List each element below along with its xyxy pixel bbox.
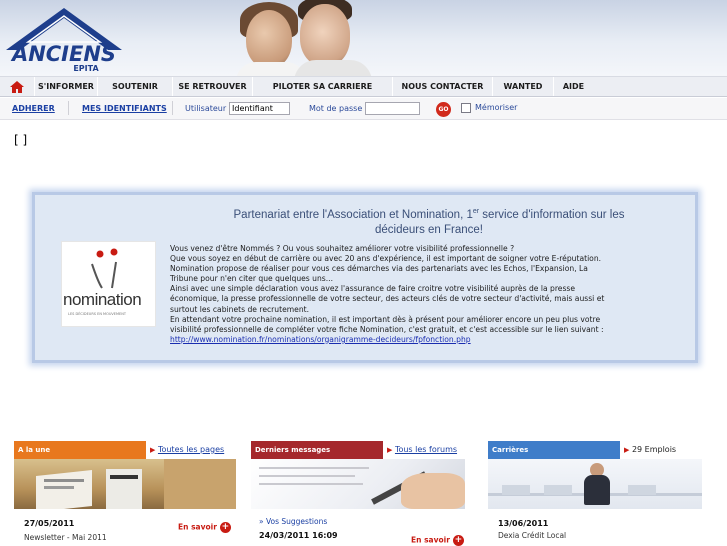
empty-placeholder: [ ]	[14, 133, 28, 147]
nomination-link[interactable]: http://www.nomination.fr/nominations/org…	[170, 335, 471, 344]
partner-paragraph: Que vous soyez en début de carrière ou a…	[170, 254, 602, 264]
messages-date: 24/03/2011 16:09	[259, 531, 338, 540]
partner-paragraph: économique, la presse professionnelle de…	[170, 294, 605, 304]
toutes-les-pages-link[interactable]: ▶ Toutes les pages	[148, 441, 236, 459]
waiting-room-image	[488, 459, 702, 509]
carrieres-date: 13/06/2011	[498, 519, 549, 528]
adherer-link[interactable]: ADHERER	[12, 104, 55, 113]
partner-body: Vous venez d'être Nommés ? Ou vous souha…	[170, 244, 700, 345]
partner-paragraph: Vous venez d'être Nommés ? Ou vous souha…	[170, 244, 515, 253]
anciens-epita-logo[interactable]: ANCIENS EPITA	[2, 6, 126, 73]
nomination-logo-word: nomination	[63, 290, 142, 309]
partner-paragraph: Nomination propose de réaliser pour vous…	[170, 264, 588, 274]
nomination-logo[interactable]: nomination LES DÉCIDEURS EN MOUVEMENT	[61, 241, 156, 327]
nav-item-sinformer[interactable]: S'INFORMER	[34, 77, 97, 96]
header-photo	[236, 0, 376, 76]
nav-item-nous-contacter[interactable]: NOUS CONTACTER	[392, 77, 492, 96]
site-header: ANCIENS EPITA	[0, 0, 727, 76]
logo-subtext: EPITA	[73, 64, 99, 72]
password-input[interactable]	[365, 102, 420, 115]
nav-item-aide[interactable]: AIDE	[553, 77, 593, 96]
partner-paragraph: visibilité professionnelle de compléter …	[170, 324, 604, 334]
go-button[interactable]: GO	[436, 102, 451, 117]
column-carrieres: Carrières ▶ 29 Emplois 13/06/2011 Dexia …	[488, 441, 727, 545]
emplois-link[interactable]: ▶ 29 Emplois	[622, 441, 727, 459]
home-icon[interactable]	[0, 77, 34, 96]
partner-paragraph: Ainsi avec une simple déclaration vous a…	[170, 284, 576, 294]
tous-les-forums-link[interactable]: ▶ Tous les forums	[385, 441, 473, 459]
remember-label: Mémoriser	[475, 103, 518, 112]
column-a-la-une: A la une ▶ Toutes les pages 27/05/2011 N…	[14, 441, 236, 545]
plus-icon: +	[452, 535, 464, 546]
password-label: Mot de passe	[309, 104, 363, 113]
newspaper-reader-image	[14, 459, 236, 509]
mes-identifiants-link[interactable]: MES IDENTIFIANTS	[82, 104, 167, 113]
messages-en-savoir-link[interactable]: En savoir +	[411, 535, 464, 546]
partner-announcement: Partenariat entre l'Association et Nomin…	[32, 192, 698, 363]
nav-item-wanted[interactable]: WANTED	[492, 77, 553, 96]
partner-paragraph: Tribune pour n'en citer que quelques uns…	[170, 274, 334, 284]
column-header-une: A la une	[14, 441, 146, 459]
writing-hand-image	[251, 459, 465, 509]
logo-text: ANCIENS	[10, 42, 116, 66]
username-input[interactable]: Identifiant	[229, 102, 290, 115]
carrieres-company: Dexia Crédit Local	[498, 531, 567, 540]
nav-item-soutenir[interactable]: SOUTENIR	[97, 77, 172, 96]
partner-paragraph: En attendant votre prochaine nomination,…	[170, 314, 601, 324]
une-subtitle: Newsletter - Mai 2011	[24, 533, 107, 542]
main-nav: S'INFORMER SOUTENIR SE RETROUVER PILOTER…	[0, 76, 727, 97]
partner-paragraph: surtout les cabinets de recrutement.	[170, 304, 310, 314]
column-derniers-messages: Derniers messages ▶ Tous les forums » Vo…	[251, 441, 473, 546]
column-header-carrieres: Carrières	[488, 441, 620, 459]
plus-icon: +	[219, 522, 231, 533]
remember-checkbox[interactable]	[461, 103, 471, 113]
username-label: Utilisateur	[185, 104, 227, 113]
nav-item-piloter-carriere[interactable]: PILOTER SA CARRIERE	[252, 77, 392, 96]
nomination-logo-tagline: LES DÉCIDEURS EN MOUVEMENT	[68, 312, 126, 316]
login-bar: ADHERER MES IDENTIFIANTS Utilisateur Ide…	[0, 98, 727, 120]
vos-suggestions-link[interactable]: » Vos Suggestions	[259, 517, 327, 526]
une-date: 27/05/2011	[24, 519, 75, 528]
partner-title: Partenariat entre l'Association et Nomin…	[233, 208, 625, 236]
nav-item-se-retrouver[interactable]: SE RETROUVER	[172, 77, 252, 96]
column-header-messages: Derniers messages	[251, 441, 383, 459]
une-en-savoir-link[interactable]: En savoir +	[178, 522, 231, 533]
